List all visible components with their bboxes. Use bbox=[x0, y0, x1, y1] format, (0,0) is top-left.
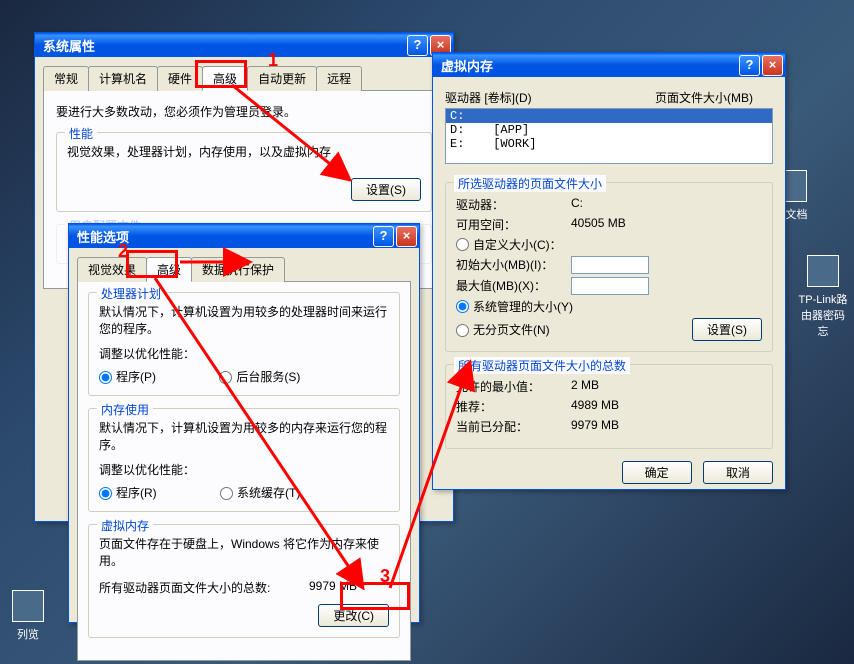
help-button[interactable]: ? bbox=[373, 226, 394, 247]
tab-hardware[interactable]: 硬件 bbox=[157, 66, 203, 91]
init-label: 初始大小(MB)(I)： bbox=[456, 256, 571, 274]
help-button[interactable]: ? bbox=[739, 55, 760, 76]
group-title: 所有驱动器页面文件大小的总数 bbox=[454, 357, 630, 374]
change-button[interactable]: 更改(C) bbox=[318, 604, 389, 627]
app-icon bbox=[12, 590, 44, 622]
list-header-size: 页面文件大小(MB) bbox=[655, 89, 773, 106]
tab-bar: 常规 计算机名 硬件 高级 自动更新 远程 bbox=[43, 65, 445, 91]
performance-group: 性能 视觉效果，处理器计划，内存使用，以及虚拟内存 设置(S) bbox=[56, 132, 432, 212]
group-desc: 默认情况下，计算机设置为用较多的处理器时间来运行您的程序。 bbox=[99, 303, 389, 337]
titlebar[interactable]: 虚拟内存 ? × bbox=[433, 53, 785, 77]
list-item[interactable]: C: bbox=[446, 109, 772, 123]
list-item[interactable]: D: [APP] bbox=[446, 123, 772, 137]
radio-system-managed[interactable]: 系统管理的大小(Y) bbox=[456, 298, 762, 315]
tab-remote[interactable]: 远程 bbox=[316, 66, 362, 91]
performance-options-window: 性能选项 ? × 视觉效果 高级 数据执行保护 处理器计划 默认情况下，计算机设… bbox=[68, 223, 420, 623]
window-title: 性能选项 bbox=[77, 227, 371, 246]
drive-value: C: bbox=[571, 196, 583, 213]
titlebar[interactable]: 性能选项 ? × bbox=[69, 224, 419, 248]
group-desc: 默认情况下，计算机设置为用较多的内存来运行您的程序。 bbox=[99, 419, 389, 453]
total-value: 9979 MB bbox=[309, 579, 389, 596]
settings-button[interactable]: 设置(S) bbox=[351, 178, 421, 201]
cpu-group: 处理器计划 默认情况下，计算机设置为用较多的处理器时间来运行您的程序。 调整以优… bbox=[88, 292, 400, 396]
desktop-icon-label: 列览 bbox=[17, 629, 39, 641]
total-label: 所有驱动器页面文件大小的总数: bbox=[99, 579, 309, 596]
space-label: 可用空间： bbox=[456, 216, 571, 233]
desktop-icon[interactable]: 列览 bbox=[3, 590, 53, 642]
intro-text: 要进行大多数改动，您必须作为管理员登录。 bbox=[56, 103, 432, 120]
dialog-body: 驱动器 [卷标](D) 页面文件大小(MB) C: D: [APP] E: [W… bbox=[433, 77, 785, 496]
radio-no-paging[interactable]: 无分页文件(N) bbox=[456, 321, 692, 338]
window-title: 虚拟内存 bbox=[441, 56, 737, 75]
group-title: 虚拟内存 bbox=[97, 517, 153, 534]
tab-advanced[interactable]: 高级 bbox=[202, 66, 248, 91]
tab-bar: 视觉效果 高级 数据执行保护 bbox=[77, 256, 411, 282]
tab-advanced[interactable]: 高级 bbox=[146, 257, 192, 282]
close-button[interactable]: × bbox=[762, 55, 783, 76]
radio-syscache[interactable]: 系统缓存(T) bbox=[220, 486, 300, 500]
min-value: 2 MB bbox=[571, 378, 599, 395]
virtual-memory-group: 虚拟内存 页面文件存在于硬盘上，Windows 将它作为内存来使用。 所有驱动器… bbox=[88, 524, 400, 638]
set-button[interactable]: 设置(S) bbox=[692, 318, 762, 341]
max-size-input[interactable] bbox=[571, 277, 649, 295]
group-desc: 视觉效果，处理器计划，内存使用，以及虚拟内存 bbox=[67, 143, 421, 160]
rec-value: 4989 MB bbox=[571, 398, 619, 415]
radio-background[interactable]: 后台服务(S) bbox=[219, 370, 300, 384]
group-title: 性能 bbox=[65, 125, 97, 142]
drive-label: 驱动器： bbox=[456, 196, 571, 213]
init-size-input[interactable] bbox=[571, 256, 649, 274]
help-button[interactable]: ? bbox=[407, 35, 428, 56]
radio-custom[interactable]: 自定义大小(C)： bbox=[456, 236, 762, 253]
close-button[interactable]: × bbox=[396, 226, 417, 247]
min-label: 允许的最小值： bbox=[456, 378, 571, 395]
selected-drive-group: 所选驱动器的页面文件大小 驱动器： C: 可用空间： 40505 MB 自定义大… bbox=[445, 182, 773, 352]
cur-label: 当前已分配： bbox=[456, 418, 571, 435]
group-title: 所选驱动器的页面文件大小 bbox=[454, 175, 606, 192]
desktop-icon[interactable]: TP-Link路由器密码忘 bbox=[798, 255, 848, 339]
space-value: 40505 MB bbox=[571, 216, 626, 233]
tab-computer-name[interactable]: 计算机名 bbox=[88, 66, 158, 91]
ok-button[interactable]: 确定 bbox=[622, 461, 692, 484]
drive-listbox[interactable]: C: D: [APP] E: [WORK] bbox=[445, 108, 773, 164]
group-title: 内存使用 bbox=[97, 401, 153, 418]
totals-group: 所有驱动器页面文件大小的总数 允许的最小值： 2 MB 推荐： 4989 MB … bbox=[445, 364, 773, 449]
memory-group: 内存使用 默认情况下，计算机设置为用较多的内存来运行您的程序。 调整以优化性能：… bbox=[88, 408, 400, 512]
cur-value: 9979 MB bbox=[571, 418, 619, 435]
desktop-icon-label: TP-Link路由器密码忘 bbox=[799, 294, 848, 338]
tab-dep[interactable]: 数据执行保护 bbox=[191, 257, 285, 282]
list-item[interactable]: E: [WORK] bbox=[446, 137, 772, 151]
virtual-memory-window: 虚拟内存 ? × 驱动器 [卷标](D) 页面文件大小(MB) C: D: [A… bbox=[432, 52, 786, 490]
radio-programs[interactable]: 程序(R) bbox=[99, 486, 157, 500]
rec-label: 推荐： bbox=[456, 398, 571, 415]
group-desc: 页面文件存在于硬盘上，Windows 将它作为内存来使用。 bbox=[99, 535, 389, 569]
shortcut-icon bbox=[807, 255, 839, 287]
radio-programs[interactable]: 程序(P) bbox=[99, 370, 156, 384]
window-title: 系统属性 bbox=[43, 36, 405, 55]
tab-auto-update[interactable]: 自动更新 bbox=[247, 66, 317, 91]
group-title: 处理器计划 bbox=[97, 285, 165, 302]
titlebar[interactable]: 系统属性 ? × bbox=[35, 33, 453, 57]
max-label: 最大值(MB)(X)： bbox=[456, 277, 571, 295]
tab-content: 处理器计划 默认情况下，计算机设置为用较多的处理器时间来运行您的程序。 调整以优… bbox=[77, 282, 411, 661]
tab-general[interactable]: 常规 bbox=[43, 66, 89, 91]
cancel-button[interactable]: 取消 bbox=[703, 461, 773, 484]
list-header-drive: 驱动器 [卷标](D) bbox=[445, 89, 655, 106]
adjust-label: 调整以优化性能： bbox=[99, 345, 389, 362]
adjust-label: 调整以优化性能： bbox=[99, 461, 389, 478]
tab-visual-effects[interactable]: 视觉效果 bbox=[77, 257, 147, 282]
